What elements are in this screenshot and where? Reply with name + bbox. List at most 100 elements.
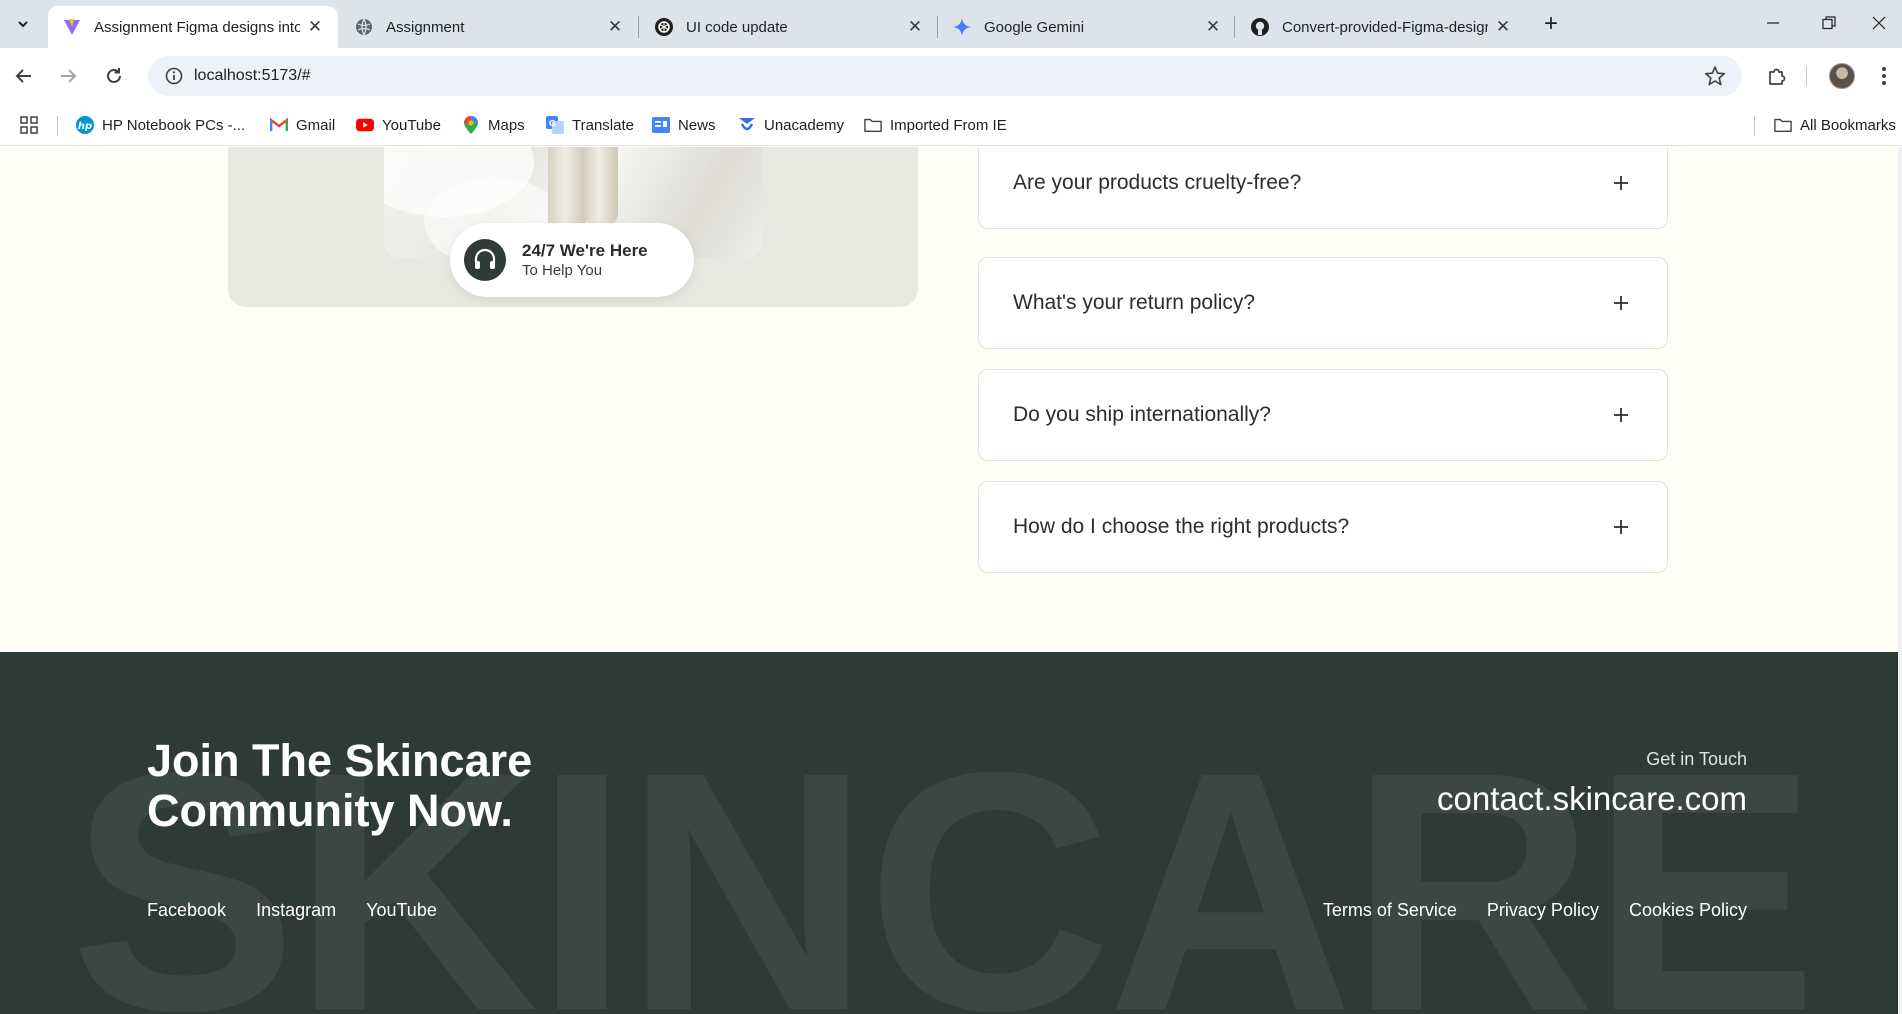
bookmarks-bar: hp HP Notebook PCs -... Gmail YouTube Ma…: [0, 104, 1902, 146]
bookmark-star-icon[interactable]: [1704, 65, 1726, 92]
folder-icon: [1774, 116, 1792, 134]
bookmark-label: Gmail: [296, 116, 336, 134]
plus-icon[interactable]: [1609, 291, 1633, 315]
apps-button[interactable]: [20, 114, 38, 136]
github-icon: [1250, 17, 1270, 37]
back-button[interactable]: [10, 62, 38, 90]
avatar: [1829, 63, 1855, 89]
bookmark-youtube[interactable]: YouTube: [356, 114, 441, 136]
faq-item[interactable]: Do you ship internationally?: [978, 369, 1668, 461]
minimize-button[interactable]: [1750, 6, 1796, 40]
tab-assignment-figma[interactable]: Assignment Figma designs into ✕: [48, 6, 338, 48]
url-text[interactable]: localhost:5173/#: [194, 67, 311, 85]
footer-headline: Join The Skincare Community Now.: [147, 735, 533, 836]
tab-divider: [638, 16, 639, 38]
maps-icon: [462, 116, 480, 134]
bookmark-label: Maps: [488, 116, 525, 134]
plus-icon[interactable]: [1609, 515, 1633, 539]
page-scrollbar[interactable]: [1898, 147, 1902, 1014]
bookmark-divider: [57, 116, 58, 136]
terms-of-service-link[interactable]: Terms of Service: [1323, 900, 1457, 921]
bookmark-label: News: [678, 116, 716, 134]
close-icon[interactable]: ✕: [306, 17, 324, 36]
bookmark-divider: [1754, 116, 1755, 136]
menu-button[interactable]: [1874, 62, 1894, 90]
support-subtitle: To Help You: [522, 262, 603, 279]
forward-button[interactable]: [54, 62, 82, 90]
bookmark-unacademy[interactable]: Unacademy: [738, 114, 844, 136]
bookmark-translate[interactable]: G Translate: [546, 114, 634, 136]
tab-title: Assignment Figma designs into: [94, 18, 300, 36]
close-window-button[interactable]: [1856, 6, 1902, 40]
site-info-icon[interactable]: [154, 67, 194, 85]
faq-question: Are your products cruelty-free?: [1013, 171, 1302, 194]
tab-strip: Assignment Figma designs into ✕ Assignme…: [0, 0, 1902, 48]
bookmark-maps[interactable]: Maps: [462, 114, 525, 136]
faq-item[interactable]: What's your return policy?: [978, 257, 1668, 349]
extensions-button[interactable]: [1764, 62, 1792, 90]
hp-icon: hp: [76, 116, 94, 134]
get-in-touch-label: Get in Touch: [1646, 749, 1747, 769]
tab-title: Google Gemini: [984, 18, 1085, 36]
page-viewport: 24/7 We're Here To Help You Are your pro…: [0, 147, 1898, 1014]
close-icon[interactable]: ✕: [1204, 17, 1222, 36]
support-badge: 24/7 We're Here To Help You: [450, 223, 694, 297]
youtube-link[interactable]: YouTube: [366, 900, 437, 921]
minimize-icon: [1767, 22, 1779, 24]
tab-title: Assignment: [386, 18, 465, 36]
bookmark-label: Imported From IE: [890, 116, 1007, 134]
cookies-policy-link[interactable]: Cookies Policy: [1629, 900, 1747, 921]
bookmark-label: Translate: [572, 116, 634, 134]
product-bottle: [584, 147, 618, 227]
tab-title: UI code update: [686, 18, 788, 36]
tab-ui-code-update[interactable]: UI code update ✕: [640, 6, 938, 48]
tab-divider: [1234, 16, 1235, 38]
faq-item[interactable]: How do I choose the right products?: [978, 481, 1668, 573]
bookmark-gmail[interactable]: Gmail: [270, 114, 335, 136]
bookmark-hp[interactable]: hp HP Notebook PCs -...: [76, 114, 245, 136]
facebook-link[interactable]: Facebook: [147, 900, 226, 921]
bookmark-news[interactable]: News: [652, 114, 716, 136]
vite-icon: [62, 17, 82, 37]
headphones-icon: [464, 239, 506, 281]
svg-text:hp: hp: [78, 121, 92, 132]
tab-assignment[interactable]: Assignment ✕: [340, 6, 638, 48]
address-bar[interactable]: localhost:5173/#: [148, 56, 1742, 96]
plus-icon: +: [1543, 10, 1558, 37]
close-icon[interactable]: ✕: [606, 17, 624, 36]
reload-button[interactable]: [100, 62, 128, 90]
folder-icon: [864, 116, 882, 134]
more-vert-icon: [1882, 67, 1886, 85]
bookmark-imported-from-ie[interactable]: Imported From IE: [864, 114, 1007, 136]
arrow-left-icon: [15, 69, 31, 83]
faq-question: Do you ship internationally?: [1013, 403, 1271, 426]
faq-question: How do I choose the right products?: [1013, 515, 1350, 538]
bookmark-label: HP Notebook PCs -...: [102, 116, 246, 134]
faq-item[interactable]: Are your products cruelty-free?: [978, 147, 1668, 229]
tab-title: Convert-provided-Figma-design: [1282, 18, 1488, 36]
privacy-policy-link[interactable]: Privacy Policy: [1487, 900, 1599, 921]
new-tab-button[interactable]: +: [1536, 10, 1566, 38]
tab-google-gemini[interactable]: Google Gemini ✕: [938, 6, 1236, 48]
faq-image-card: 24/7 We're Here To Help You: [228, 147, 918, 307]
contact-email-link[interactable]: contact.skincare.com: [1437, 780, 1747, 818]
svg-text:G: G: [549, 119, 556, 128]
restore-button[interactable]: [1806, 6, 1852, 40]
tab-github-convert[interactable]: Convert-provided-Figma-design ✕: [1236, 6, 1526, 48]
toolbar-divider: [1806, 66, 1807, 86]
tab-search-button[interactable]: [10, 12, 36, 36]
unacademy-icon: [738, 116, 756, 134]
plus-icon[interactable]: [1609, 171, 1633, 195]
all-bookmarks-button[interactable]: All Bookmarks: [1774, 114, 1896, 136]
chevron-down-icon: [18, 21, 28, 28]
gmail-icon: [270, 116, 288, 134]
bookmark-label: YouTube: [382, 116, 441, 134]
profile-button[interactable]: [1828, 62, 1856, 90]
plus-icon[interactable]: [1609, 403, 1633, 427]
globe-icon: [354, 17, 374, 37]
news-icon: [652, 116, 670, 134]
close-icon[interactable]: ✕: [1494, 17, 1512, 36]
instagram-link[interactable]: Instagram: [256, 900, 336, 921]
youtube-icon: [356, 116, 374, 134]
close-icon[interactable]: ✕: [906, 17, 924, 36]
